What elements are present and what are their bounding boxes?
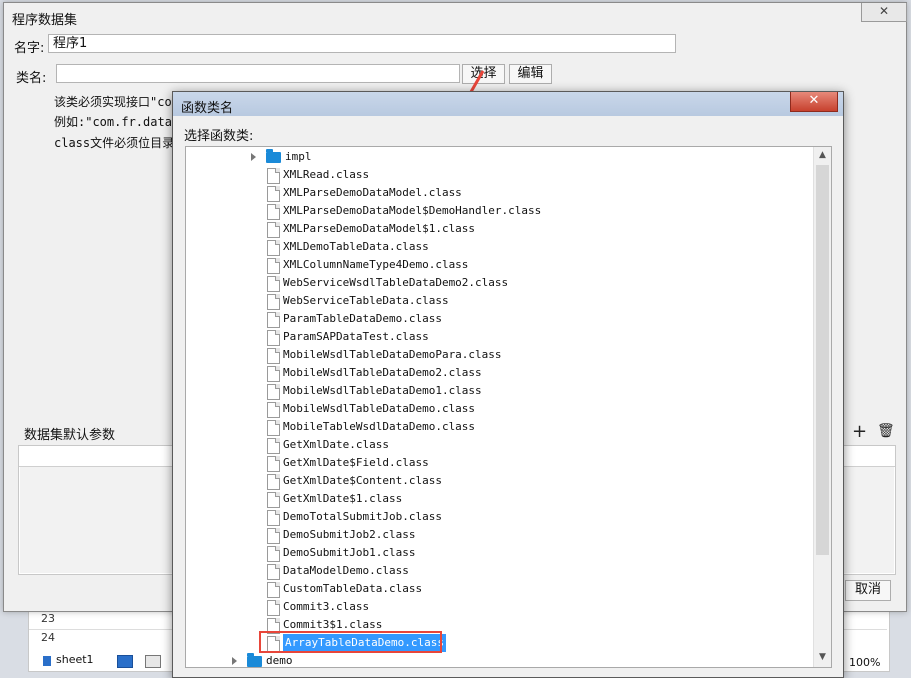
tree-label: MobileTableWsdlDataDemo.class (283, 420, 476, 433)
tree-label: GetXmlDate$1.class (283, 492, 403, 505)
file-icon (267, 330, 280, 346)
file-icon (267, 258, 280, 274)
selection-highlight-box (259, 631, 442, 653)
tree-label: Commit3.class (283, 600, 370, 613)
sheet-tab-label: sheet1 (56, 653, 94, 666)
name-input[interactable]: 程序1 (48, 34, 676, 53)
close-icon: ✕ (878, 4, 890, 18)
tree-label: impl (285, 150, 312, 163)
tree-label: XMLParseDemoDataModel$DemoHandler.class (283, 204, 542, 217)
row-number-24: 24 (41, 631, 55, 644)
file-icon (267, 186, 280, 202)
vertical-scrollbar[interactable]: ▲ ▼ (813, 147, 831, 667)
tree-label: MobileWsdlTableDataDemo2.class (283, 366, 482, 379)
file-icon (267, 546, 280, 562)
class-tree[interactable]: impl XMLRead.class XMLParseDemoDataModel.… (185, 146, 832, 668)
tree-label: ParamTableDataDemo.class (283, 312, 442, 325)
note-interface: 该类必须实现接口"com (54, 95, 179, 109)
tree-label: DataModelDemo.class (283, 564, 409, 577)
file-icon (267, 312, 280, 328)
tree-label: DemoTotalSubmitJob.class (283, 510, 442, 523)
tree-label: GetXmlDate$Field.class (283, 456, 429, 469)
tree-label: XMLDemoTableData.class (283, 240, 429, 253)
file-icon (267, 402, 280, 418)
file-icon (267, 222, 280, 238)
file-icon (267, 600, 280, 616)
folder-icon (266, 149, 281, 163)
file-icon (267, 528, 280, 544)
tree-label: demo (266, 654, 293, 667)
expand-arrow-icon[interactable] (232, 657, 237, 665)
fn-close-button[interactable]: ✕ (790, 92, 838, 112)
row-number-23: 23 (41, 612, 55, 625)
file-icon (267, 204, 280, 220)
tree-label: ParamSAPDataTest.class (283, 330, 429, 343)
zoom-level: 100% (849, 656, 881, 669)
file-icon (267, 276, 280, 292)
file-icon (267, 294, 280, 310)
scroll-up-icon[interactable]: ▲ (817, 150, 828, 161)
tree-label: DemoSubmitJob2.class (283, 528, 416, 541)
tree-label: XMLParseDemoDataModel$1.class (283, 222, 476, 235)
name-label: 名字: (14, 41, 45, 56)
function-class-dialog: 函数类名 ✕ 选择函数类: impl XMLRead.class XMLParse… (172, 91, 844, 678)
expand-arrow-icon[interactable] (251, 153, 256, 161)
scrollbar-thumb[interactable] (816, 165, 829, 555)
close-button[interactable]: ✕ (861, 3, 907, 22)
tree-label: WebServiceTableData.class (283, 294, 449, 307)
file-icon (267, 384, 280, 400)
file-icon (267, 492, 280, 508)
edit-button[interactable]: 编辑 (509, 64, 552, 84)
tree-label: MobileWsdlTableDataDemoPara.class (283, 348, 502, 361)
file-icon (267, 348, 280, 364)
tree-label: DemoSubmitJob1.class (283, 546, 416, 559)
sheet-icon (43, 656, 51, 666)
note-class-location: class文件必须位目录W (54, 136, 182, 150)
dialog-title: 程序数据集 (12, 13, 78, 28)
folder-icon (247, 653, 262, 667)
tree-label: XMLRead.class (283, 168, 370, 181)
file-icon (267, 240, 280, 256)
file-icon (267, 438, 280, 454)
add-sheet-icon[interactable] (117, 655, 133, 668)
tree-label: XMLColumnNameType4Demo.class (283, 258, 469, 271)
file-icon (267, 582, 280, 598)
file-icon (267, 564, 280, 580)
cancel-button[interactable]: 取消 (845, 580, 891, 601)
tree-label: WebServiceWsdlTableDataDemo2.class (283, 276, 509, 289)
tree-label: MobileWsdlTableDataDemo1.class (283, 384, 482, 397)
fn-dialog-titlebar (173, 92, 843, 116)
file-icon (267, 510, 280, 526)
add-icon[interactable]: + (852, 421, 867, 442)
fn-dialog-title: 函数类名 (181, 101, 234, 116)
delete-icon[interactable]: 🗑 (877, 423, 895, 439)
tree-label: CustomTableData.class (283, 582, 423, 595)
class-label: 类名: (16, 71, 47, 86)
fn-subtitle: 选择函数类: (184, 129, 254, 144)
default-params-label: 数据集默认参数 (24, 428, 116, 443)
tree-label: GetXmlDate$Content.class (283, 474, 442, 487)
file-icon (267, 474, 280, 490)
file-icon (267, 456, 280, 472)
add-report-icon[interactable] (145, 655, 161, 668)
class-name-input[interactable] (56, 64, 460, 83)
tree-label: MobileWsdlTableDataDemo.class (283, 402, 476, 415)
file-icon (267, 366, 280, 382)
scroll-down-icon[interactable]: ▼ (817, 652, 828, 663)
file-icon (267, 168, 280, 184)
tree-label: XMLParseDemoDataModel.class (283, 186, 462, 199)
close-icon: ✕ (808, 93, 820, 108)
tree-label: GetXmlDate.class (283, 438, 389, 451)
file-icon (267, 420, 280, 436)
